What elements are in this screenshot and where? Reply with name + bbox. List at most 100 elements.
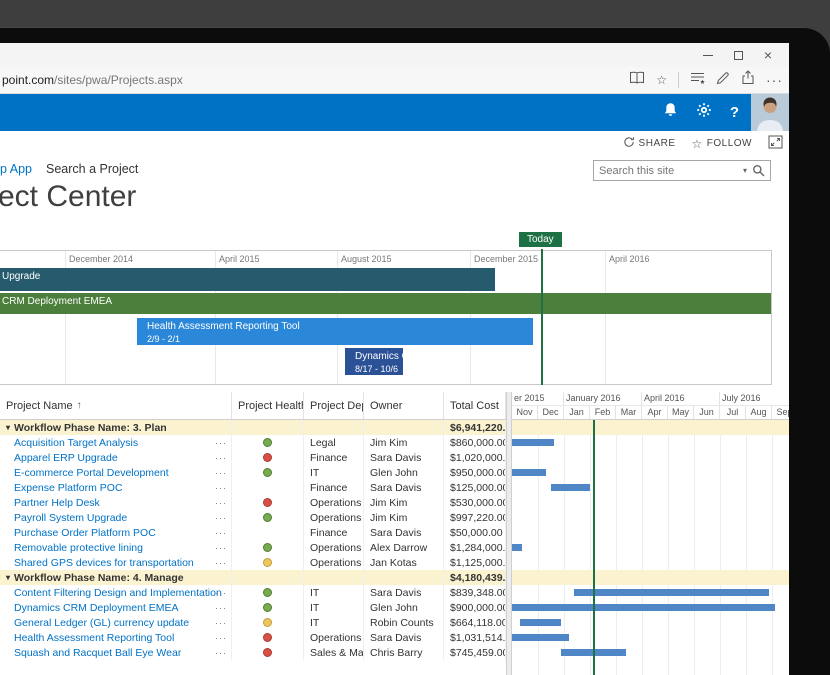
gantt-row: [512, 495, 789, 510]
project-name-link[interactable]: Payroll System Upgrade: [6, 512, 127, 524]
project-name-link[interactable]: Shared GPS devices for transportation: [6, 557, 194, 569]
row-more-button[interactable]: ···: [215, 435, 227, 450]
project-name-link[interactable]: Squash and Racquet Ball Eye Wear: [6, 647, 181, 659]
timeline-bar[interactable]: Upgrade: [0, 268, 495, 291]
timeline-bar-label: Health Assessment Reporting Tool: [137, 318, 533, 332]
close-button[interactable]: ×: [753, 43, 783, 67]
project-name-link[interactable]: Health Assessment Reporting Tool: [6, 632, 174, 644]
group-row: ▾Workflow Phase Name: 4. Manage$4,180,43…: [0, 570, 506, 585]
search-scope-chevron-icon[interactable]: ▾: [740, 166, 750, 175]
project-name-link[interactable]: Dynamics CRM Deployment EMEA: [6, 602, 179, 614]
more-options-icon[interactable]: ···: [766, 73, 783, 87]
row-more-button[interactable]: ···: [215, 585, 227, 600]
row-more-button[interactable]: ···: [215, 600, 227, 615]
owner-cell: Sara Davis: [364, 450, 444, 465]
today-marker: Today: [519, 232, 562, 247]
gantt-row: [512, 600, 789, 615]
owner-cell: Robin Counts: [364, 615, 444, 630]
hub-icon[interactable]: [690, 71, 705, 89]
column-header[interactable]: Project Health: [232, 392, 304, 419]
column-header[interactable]: Owner: [364, 392, 444, 419]
gantt-row: [512, 585, 789, 600]
gantt-row: [512, 435, 789, 450]
favorite-star-icon[interactable]: ☆: [656, 74, 667, 86]
row-more-button[interactable]: ···: [215, 525, 227, 540]
gantt-bar[interactable]: [512, 544, 522, 551]
project-name-link[interactable]: General Ledger (GL) currency update: [6, 617, 189, 629]
row-more-button[interactable]: ···: [215, 540, 227, 555]
gantt-month-label: Dec: [538, 406, 564, 419]
project-name-link[interactable]: Expense Platform POC: [6, 482, 123, 494]
project-name-link[interactable]: Removable protective lining: [6, 542, 143, 554]
search-magnifier-icon[interactable]: [750, 164, 770, 177]
user-avatar[interactable]: [751, 94, 789, 131]
gantt-month-group-label: April 2016: [642, 392, 720, 405]
url-path: /sites/pwa/Projects.aspx: [54, 73, 183, 87]
project-row: Acquisition Target Analysis···LegalJim K…: [0, 435, 506, 450]
health-indicator-red: [263, 648, 272, 657]
reading-view-icon[interactable]: [629, 71, 645, 89]
row-more-button[interactable]: ···: [215, 495, 227, 510]
gantt-bar[interactable]: [512, 604, 775, 611]
column-header[interactable]: Total Cost: [444, 392, 506, 419]
department-cell: IT: [304, 465, 364, 480]
project-name-link[interactable]: Purchase Order Platform POC: [6, 527, 156, 539]
notifications-bell-icon[interactable]: [663, 102, 678, 123]
row-more-button[interactable]: ···: [215, 555, 227, 570]
timeline-bar[interactable]: Dynamics CR...8/17 - 10/6: [345, 348, 403, 375]
gantt-bar[interactable]: [551, 484, 590, 491]
project-name-link[interactable]: E-commerce Portal Development: [6, 467, 169, 479]
share-button[interactable]: SHARE: [623, 136, 676, 151]
project-name-link[interactable]: Apparel ERP Upgrade: [6, 452, 118, 464]
health-indicator-green: [263, 513, 272, 522]
health-cell: [232, 450, 304, 465]
maximize-button[interactable]: [723, 43, 753, 67]
settings-gear-icon[interactable]: [696, 102, 712, 123]
gantt-bar[interactable]: [520, 619, 562, 626]
suite-bar-icons: ?: [663, 94, 739, 131]
help-icon[interactable]: ?: [730, 104, 739, 121]
project-name-link[interactable]: Content Filtering Design and Implementat…: [6, 587, 222, 599]
timeline-bar[interactable]: Health Assessment Reporting Tool2/9 - 2/…: [137, 318, 533, 345]
row-more-button[interactable]: ···: [215, 450, 227, 465]
health-cell: [232, 525, 304, 540]
address-url[interactable]: point.com/sites/pwa/Projects.aspx: [0, 73, 183, 87]
project-name-link[interactable]: Partner Help Desk: [6, 497, 100, 509]
row-more-button[interactable]: ···: [215, 615, 227, 630]
site-search-input[interactable]: [594, 165, 740, 177]
focus-content-button[interactable]: [768, 135, 783, 152]
gantt-bar[interactable]: [512, 634, 569, 641]
collapse-triangle-icon[interactable]: ▾: [6, 573, 10, 582]
total-cost-cell: $997,220.00: [444, 510, 506, 525]
browser-window: × point.com/sites/pwa/Projects.aspx ☆ ··…: [0, 43, 789, 675]
nav-search-a-project[interactable]: Search a Project: [46, 162, 138, 176]
gantt-bar[interactable]: [574, 589, 769, 596]
row-more-button[interactable]: ···: [215, 510, 227, 525]
timeline-bar[interactable]: CRM Deployment EMEA: [0, 293, 772, 314]
gantt-month-label: Jun: [694, 406, 720, 419]
name-cell: Acquisition Target Analysis ···: [0, 435, 232, 450]
minimize-button[interactable]: [693, 43, 723, 67]
gantt-month-label: Apr: [642, 406, 668, 419]
share-page-icon[interactable]: [741, 70, 755, 90]
collapse-triangle-icon[interactable]: ▾: [6, 423, 10, 432]
row-more-button[interactable]: ···: [215, 480, 227, 495]
health-cell: [232, 420, 304, 435]
web-note-icon[interactable]: [716, 71, 730, 90]
name-cell: Removable protective lining ···: [0, 540, 232, 555]
project-name-link[interactable]: Acquisition Target Analysis: [6, 437, 138, 449]
gantt-header-months: er 2015January 2016April 2016July 2016: [512, 392, 789, 406]
gantt-month-label: Nov: [512, 406, 538, 419]
row-more-button[interactable]: ···: [215, 465, 227, 480]
maximize-icon: [734, 51, 743, 60]
gantt-bar[interactable]: [512, 469, 546, 476]
row-more-button[interactable]: ···: [215, 645, 227, 660]
nav-project-web-app[interactable]: p App: [0, 162, 32, 176]
column-header[interactable]: Project Name↑: [0, 392, 232, 419]
follow-button[interactable]: ☆ FOLLOW: [692, 138, 753, 150]
gantt-bar[interactable]: [512, 439, 554, 446]
column-header[interactable]: Project Department: [304, 392, 364, 419]
row-more-button[interactable]: ···: [215, 630, 227, 645]
department-cell: Operations: [304, 555, 364, 570]
owner-cell: Jim Kim: [364, 435, 444, 450]
